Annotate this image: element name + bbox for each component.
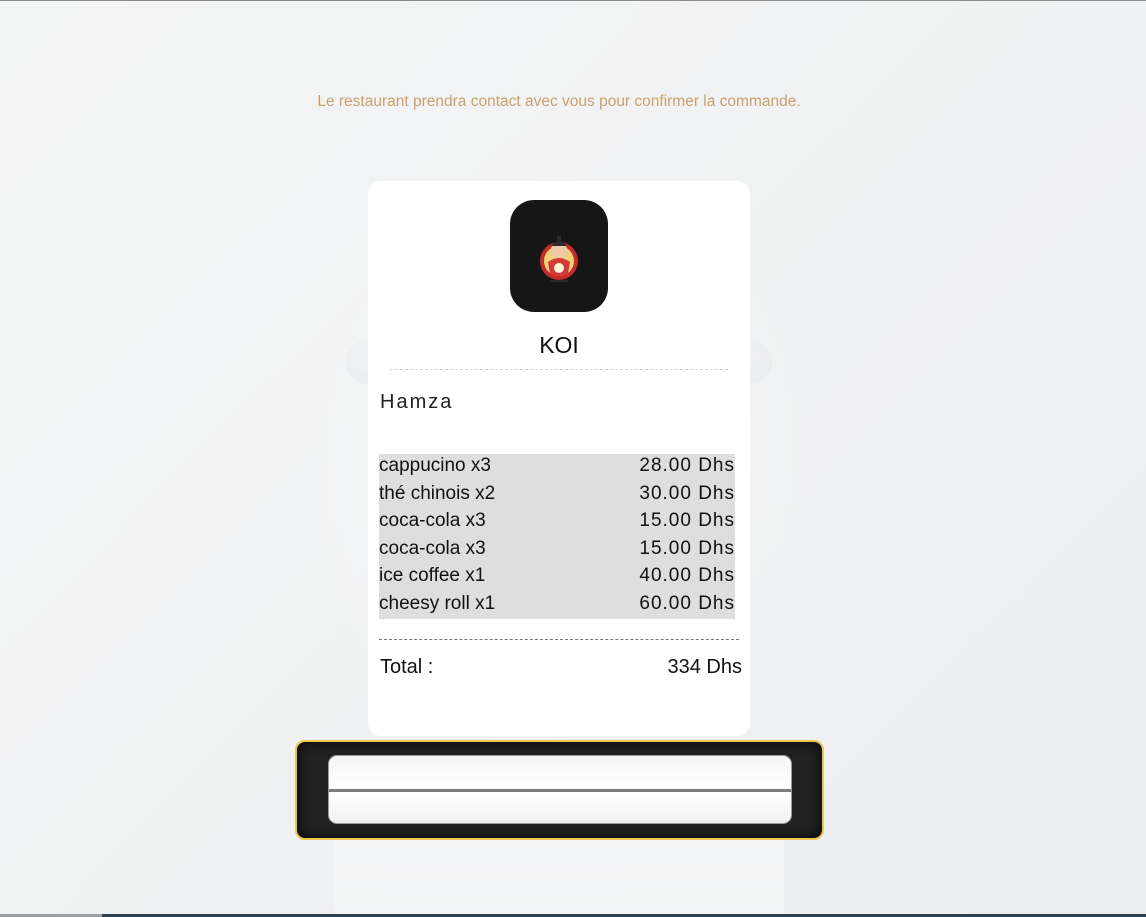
order-item: thé chinois x2 30.00 Dhs	[379, 482, 735, 510]
order-item: coca-cola x3 15.00 Dhs	[379, 537, 735, 565]
restaurant-logo	[510, 200, 608, 312]
order-item-name: cheesy roll x1	[379, 592, 496, 614]
receipt-perforation	[390, 369, 728, 370]
order-item-price: 40.00 Dhs	[639, 565, 735, 586]
total-divider	[379, 639, 739, 640]
order-item-name: thé chinois x2	[379, 482, 496, 504]
printer-paper-slot	[328, 755, 792, 824]
printer-slot-line	[329, 789, 791, 792]
order-item: cheesy roll x1 60.00 Dhs	[379, 592, 735, 620]
total-label: Total :	[380, 656, 434, 678]
order-item-name: coca-cola x3	[379, 537, 486, 559]
restaurant-name: KOI	[539, 332, 579, 358]
total-amount: 334 Dhs	[667, 656, 743, 678]
order-item-name: ice coffee x1	[379, 565, 486, 586]
order-item-name: cappucino x3	[379, 455, 491, 476]
order-items-list: cappucino x3 28.00 Dhs thé chinois x2 30…	[379, 454, 735, 619]
order-item: coca-cola x3 15.00 Dhs	[379, 509, 735, 537]
order-item: ice coffee x1 40.00 Dhs	[379, 564, 735, 592]
receipt-card: KOI Hamza cappucino x3 28.00 Dhs thé chi…	[368, 181, 750, 736]
window-top-border	[0, 0, 1146, 1]
order-item-price: 30.00 Dhs	[639, 482, 735, 504]
receipt-printer	[295, 740, 824, 840]
confirmation-notice: Le restaurant prendra contact avec vous …	[317, 93, 801, 110]
order-item-price: 15.00 Dhs	[639, 537, 735, 559]
chef-mascot-icon	[540, 236, 578, 282]
order-item-price: 28.00 Dhs	[639, 455, 735, 476]
order-item-name: coca-cola x3	[379, 510, 486, 531]
order-item-price: 15.00 Dhs	[639, 510, 735, 531]
order-item-price: 60.00 Dhs	[639, 592, 735, 614]
customer-name: Hamza	[380, 391, 454, 413]
order-item: cappucino x3 28.00 Dhs	[379, 454, 735, 482]
